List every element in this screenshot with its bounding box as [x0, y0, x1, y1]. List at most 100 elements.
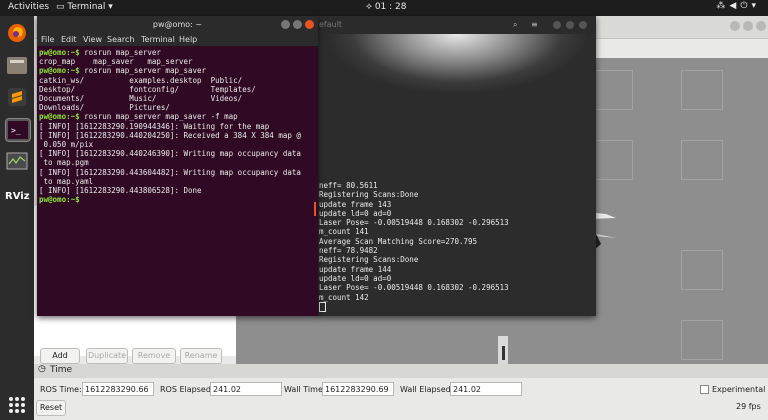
apps-grid-icon[interactable] — [5, 394, 29, 416]
output-line: [ INFO] [1612283290.440204250]: Received… — [39, 130, 301, 140]
prompt: pw@omo:~$ — [39, 112, 80, 122]
clock-dot-icon: ⟡ — [366, 2, 375, 12]
chevron-down-icon: ▾ — [751, 1, 760, 11]
rviz-minimize-button[interactable] — [730, 21, 740, 31]
output-line: neff= 80.5611 — [319, 181, 378, 190]
terminal-menu-icon: ▭ — [56, 2, 68, 12]
prompt: pw@omo:~$ — [39, 48, 80, 57]
output-line: crop_map map_saver map_server — [39, 57, 193, 67]
grid-cell — [681, 70, 723, 110]
firefox-icon[interactable] — [5, 22, 29, 44]
network-icon: ⁂ — [716, 1, 730, 11]
output-line: Downloads/ Pictures/ — [39, 103, 170, 113]
gmapping-title-bar: efault ⌕ ≡ — [317, 16, 596, 34]
output-line: Laser Pose= -0.00519448 0.168302 -0.2965… — [319, 218, 509, 228]
search-icon[interactable]: ⌕ — [513, 16, 517, 34]
fps-readout: 29 fps — [736, 402, 761, 411]
output-line: [ INFO] [1612283290.443806528]: Done — [39, 186, 202, 196]
output-line: update frame 144 — [319, 264, 392, 274]
ros-time-field[interactable]: 1612283290.66 — [82, 382, 154, 396]
gmapping-title: efault — [319, 20, 343, 29]
svg-text:>_: >_ — [11, 126, 21, 135]
terminal-output[interactable]: pw@omo:~$ rosrun map_server crop_map map… — [39, 48, 317, 204]
duplicate-button[interactable]: Duplicate — [86, 348, 128, 364]
output-line: 0.050 m/pix — [39, 140, 94, 150]
rviz-dock-label: RViz — [5, 191, 30, 202]
hamburger-menu-icon[interactable]: ≡ — [531, 16, 538, 34]
remove-button[interactable]: Remove — [132, 348, 176, 364]
ros-elapsed-label: ROS Elapsed: — [160, 385, 214, 394]
power-icon: ⏻ — [740, 1, 752, 11]
output-line: rosrun map_server map_saver -f map — [79, 112, 238, 122]
clock[interactable]: ⟡ 01 : 28 — [366, 2, 406, 12]
dock: >_ RViz — [0, 16, 34, 420]
menu-file[interactable]: File — [41, 34, 54, 46]
output-line: [ INFO] [1612283290.190944346]: Waiting … — [39, 121, 270, 131]
terminal-title-bar: pw@omo: ~ — [37, 16, 318, 34]
terminal-glow — [317, 34, 596, 180]
wall-elapsed-field[interactable]: 241.02 — [450, 382, 522, 396]
output-line: Desktop/ fontconfig/ Templates/ — [39, 84, 256, 94]
minimize-button[interactable] — [281, 20, 290, 29]
add-button[interactable]: Add — [40, 348, 80, 364]
output-line: Registering Scans:Done — [319, 255, 419, 265]
terminal-menu-bar: File Edit View Search Terminal Help — [37, 34, 318, 46]
terminal-window: pw@omo: ~ File Edit View Search Terminal… — [37, 16, 318, 316]
output-line: Registering Scans:Done — [319, 190, 419, 200]
close-button[interactable] — [579, 21, 587, 29]
sublime-icon[interactable] — [5, 86, 29, 108]
system-tray[interactable]: ⁂◀⏻▾ — [716, 1, 760, 11]
time-panel-title: Time — [50, 365, 73, 375]
output-line: [ INFO] [1612283290.440246390]: Writing … — [39, 149, 301, 159]
output-line: update frame 143 — [319, 199, 392, 209]
rviz-close-button[interactable] — [756, 21, 766, 31]
clock-icon: ◷ — [38, 364, 46, 374]
system-monitor-icon[interactable] — [5, 150, 29, 172]
files-icon[interactable] — [5, 54, 29, 76]
chevron-down-icon: ▾ — [105, 2, 113, 12]
clock-label: 01 : 28 — [374, 2, 407, 12]
close-button[interactable] — [305, 20, 314, 29]
reset-button[interactable]: Reset — [36, 400, 66, 416]
output-line: rosrun map_server map_saver — [79, 66, 207, 76]
minimize-button[interactable] — [553, 21, 561, 29]
ros-time-label: ROS Time: — [40, 385, 82, 394]
app-menu-label: Terminal — [67, 2, 106, 12]
gmapping-terminal-window: efault ⌕ ≡ neff= 80.5611 Registering Sca… — [317, 16, 596, 316]
menu-search[interactable]: Search — [107, 34, 134, 46]
activities-button[interactable]: Activities — [8, 2, 49, 12]
wall-time-label: Wall Time: — [284, 385, 326, 394]
output-line: update ld=0 ad=0 — [319, 273, 392, 283]
rename-button[interactable]: Rename — [180, 348, 222, 364]
terminal-scroll-indicator[interactable] — [314, 202, 316, 216]
terminal-title: pw@omo: ~ — [152, 20, 203, 29]
output-line: neff= 78.9482 — [319, 246, 378, 256]
maximize-button[interactable] — [293, 20, 302, 29]
rviz-icon[interactable]: RViz — [5, 186, 30, 208]
wall-time-field[interactable]: 1612283290.69 — [322, 382, 394, 396]
time-panel-header: ◷ Time — [34, 364, 768, 378]
output-line: [ INFO] [1612283290.443604482]: Writing … — [39, 167, 301, 177]
terminal-cursor — [319, 301, 326, 312]
app-menu[interactable]: ▭ Terminal ▾ — [56, 2, 113, 12]
output-line: update ld=0 ad=0 — [319, 208, 392, 218]
menu-view[interactable]: View — [83, 34, 102, 46]
experimental-checkbox[interactable] — [700, 385, 709, 394]
rviz-maximize-button[interactable] — [743, 21, 753, 31]
menu-terminal[interactable]: Terminal — [141, 34, 175, 46]
output-line: Laser Pose= -0.00519448 0.168302 -0.2965… — [319, 283, 509, 293]
maximize-button[interactable] — [566, 21, 574, 29]
time-panel: ROS Time: 1612283290.66 ROS Elapsed: 241… — [34, 378, 768, 402]
output-line: m_count 142 — [319, 292, 369, 302]
menu-help[interactable]: Help — [179, 34, 197, 46]
prompt: pw@omo:~$ — [39, 195, 80, 205]
output-line: Average Scan Matching Score=270.795 — [319, 236, 478, 246]
ros-elapsed-field[interactable]: 241.02 — [210, 382, 282, 396]
experimental-label: Experimental — [712, 385, 766, 394]
terminal-icon[interactable]: >_ — [5, 118, 31, 142]
top-bar: Activities ▭ Terminal ▾ ⟡ 01 : 28 ⁂◀⏻▾ — [0, 0, 768, 16]
output-line: m_count 141 — [319, 227, 369, 237]
menu-edit[interactable]: Edit — [61, 34, 77, 46]
wall-elapsed-label: Wall Elapsed: — [400, 385, 454, 394]
